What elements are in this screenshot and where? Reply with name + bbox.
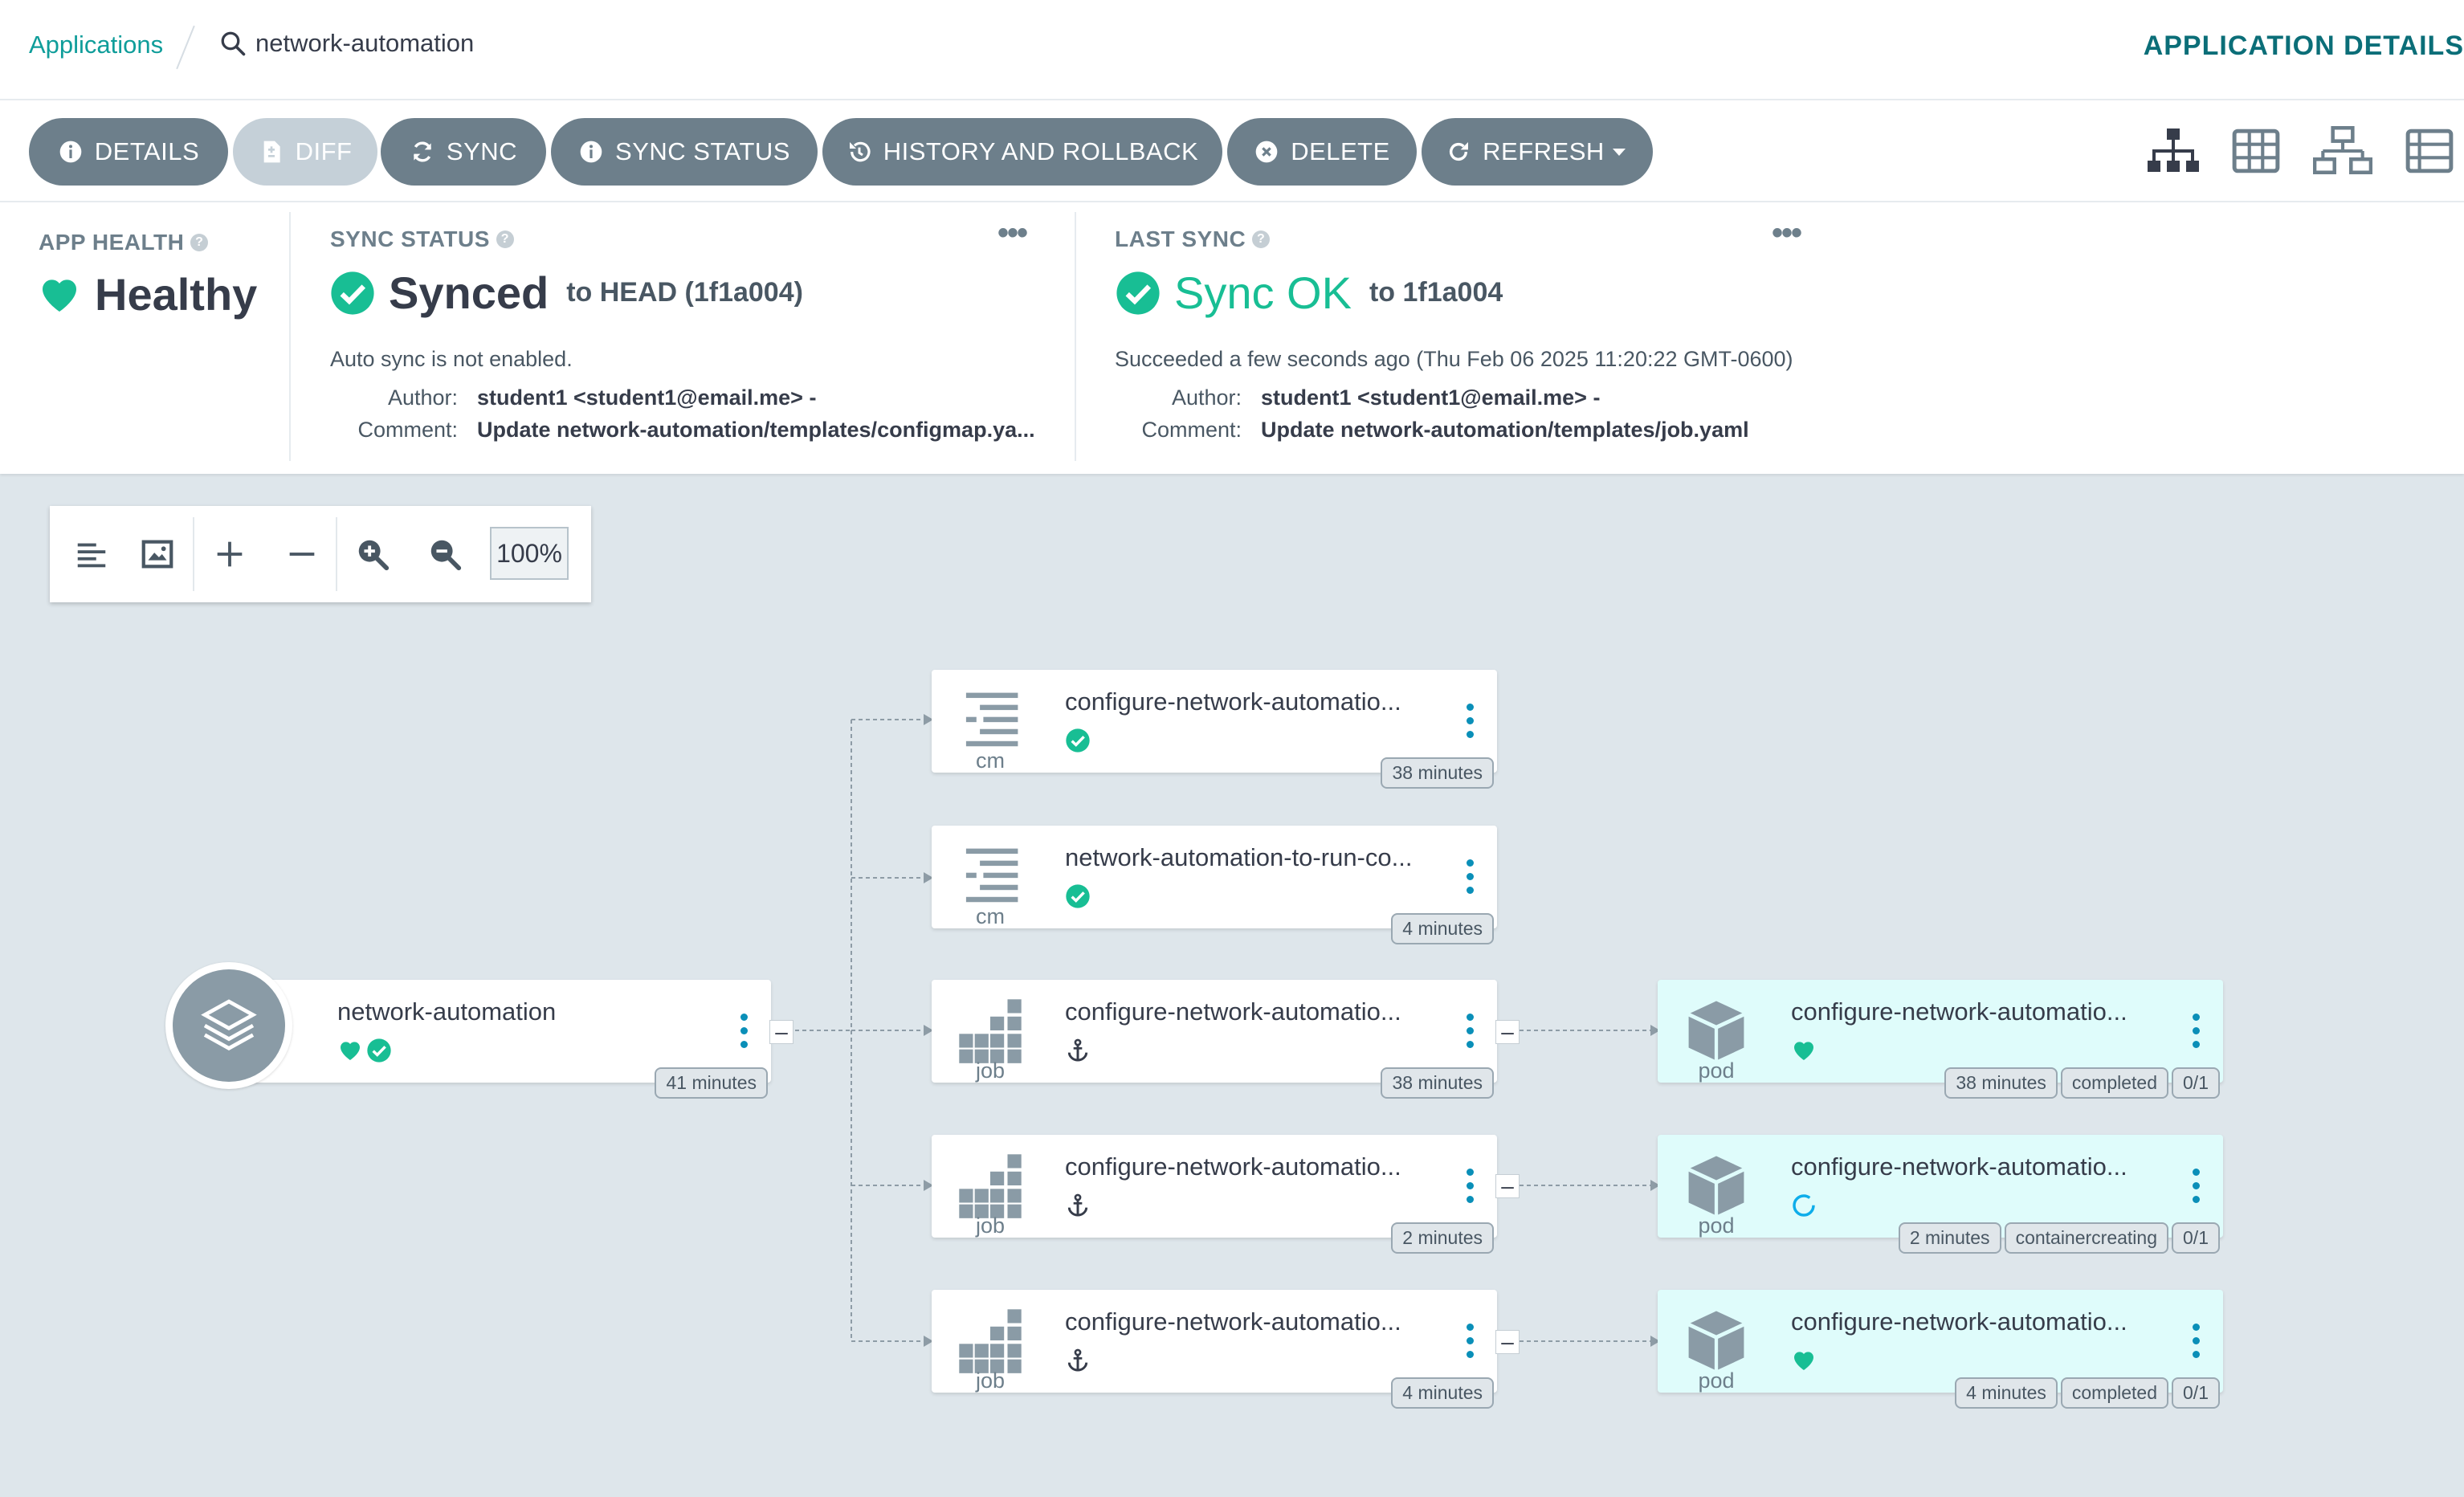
- node-name: configure-network-automatio...: [1065, 997, 1401, 1026]
- age-badge: 38 minutes: [1381, 1067, 1494, 1099]
- anchor-icon: [1067, 1193, 1088, 1217]
- pod-cube-icon: [1688, 1311, 1744, 1370]
- pod-cube-icon: [1688, 1156, 1744, 1215]
- configmap-icon: [965, 848, 1018, 903]
- kebab-menu-icon[interactable]: [2193, 1014, 2201, 1050]
- phase-badge: completed: [2060, 1377, 2169, 1409]
- kebab-menu-icon[interactable]: [1467, 1324, 1475, 1360]
- node-badges: 2 minutes: [1391, 1222, 1494, 1254]
- kind-label: pod: [1698, 1369, 1735, 1393]
- age-badge: 2 minutes: [1391, 1222, 1494, 1254]
- kind-label: cm: [976, 748, 1005, 773]
- collapse-toggle[interactable]: –: [1495, 1330, 1520, 1354]
- resource-node-job[interactable]: job configure-network-automatio... 38 mi…: [932, 980, 1497, 1099]
- check-circle-icon: [1066, 728, 1090, 753]
- collapse-toggle[interactable]: –: [1495, 1020, 1520, 1044]
- node-name: configure-network-automatio...: [1791, 997, 2127, 1026]
- resource-node-job[interactable]: job configure-network-automatio... 2 min…: [932, 1135, 1497, 1254]
- heart-icon: [1794, 1042, 1813, 1060]
- node-badges: 41 minutes: [655, 1067, 768, 1099]
- job-icon: [959, 1154, 1022, 1218]
- heart-icon: [1794, 1352, 1813, 1370]
- age-badge: 2 minutes: [1898, 1222, 2001, 1254]
- kind-label: job: [975, 1214, 1006, 1238]
- ready-badge: 0/1: [2172, 1377, 2220, 1409]
- kebab-menu-icon[interactable]: [740, 1014, 749, 1050]
- check-circle-icon: [1066, 884, 1090, 908]
- node-name: configure-network-automatio...: [1791, 1152, 2127, 1181]
- age-badge: 41 minutes: [655, 1067, 768, 1099]
- kebab-menu-icon[interactable]: [1467, 1014, 1475, 1050]
- age-badge: 4 minutes: [1391, 913, 1494, 944]
- resource-node-pod[interactable]: pod configure-network-automatio... 38 mi…: [1658, 980, 2223, 1099]
- node-name: configure-network-automatio...: [1065, 1307, 1401, 1336]
- job-icon: [959, 999, 1022, 1063]
- phase-badge: completed: [2060, 1067, 2169, 1099]
- kebab-menu-icon[interactable]: [1467, 859, 1475, 896]
- kind-label: job: [975, 1059, 1006, 1083]
- resource-node-pod[interactable]: pod configure-network-automatio... 2 min…: [1658, 1135, 2223, 1254]
- check-circle-icon: [367, 1038, 391, 1063]
- app-node[interactable]: network-automation 41 minutes: [231, 980, 771, 1099]
- node-badges: 4 minutes: [1391, 1377, 1494, 1409]
- node-name: network-automation-to-run-co...: [1065, 843, 1413, 871]
- age-badge: 4 minutes: [1955, 1377, 2058, 1409]
- node-name: network-automation: [337, 997, 557, 1026]
- anchor-icon: [1067, 1348, 1088, 1372]
- age-badge: 4 minutes: [1391, 1377, 1494, 1409]
- node-badges: 4 minutes: [1391, 913, 1494, 944]
- collapse-toggle[interactable]: –: [769, 1020, 793, 1044]
- phase-badge: containercreating: [2004, 1222, 2169, 1254]
- kind-label: cm: [976, 904, 1005, 928]
- node-name: configure-network-automatio...: [1065, 687, 1401, 716]
- node-name: configure-network-automatio...: [1065, 1152, 1401, 1181]
- kind-label: pod: [1698, 1059, 1735, 1083]
- layers-icon: [201, 999, 257, 1051]
- resource-node-pod[interactable]: pod configure-network-automatio... 4 min…: [1658, 1290, 2223, 1409]
- ready-badge: 0/1: [2172, 1222, 2220, 1254]
- pod-cube-icon: [1688, 1001, 1744, 1060]
- resource-node-job[interactable]: job configure-network-automatio... 4 min…: [932, 1290, 1497, 1409]
- kebab-menu-icon[interactable]: [2193, 1324, 2201, 1360]
- collapse-toggle[interactable]: –: [1495, 1174, 1520, 1198]
- resource-node-configmap[interactable]: cm network-automation-to-run-co... 4 min…: [932, 826, 1497, 944]
- configmap-icon: [965, 692, 1018, 747]
- heart-icon: [341, 1042, 360, 1060]
- ready-badge: 0/1: [2172, 1067, 2220, 1099]
- node-badges: 4 minutes completed 0/1: [1955, 1377, 2220, 1409]
- app-icon-circle: [165, 962, 292, 1089]
- age-badge: 38 minutes: [1381, 757, 1494, 789]
- kind-label: job: [975, 1369, 1006, 1393]
- node-name: configure-network-automatio...: [1791, 1307, 2127, 1336]
- resource-node-configmap[interactable]: cm configure-network-automatio... 38 min…: [932, 670, 1497, 789]
- kind-label: pod: [1698, 1214, 1735, 1238]
- kebab-menu-icon[interactable]: [1467, 704, 1475, 740]
- node-badges: 38 minutes completed 0/1: [1944, 1067, 2220, 1099]
- progressing-spinner-icon: [1793, 1194, 1815, 1217]
- kebab-menu-icon[interactable]: [1467, 1169, 1475, 1205]
- kebab-menu-icon[interactable]: [2193, 1169, 2201, 1205]
- job-icon: [959, 1309, 1022, 1373]
- node-badges: 38 minutes: [1381, 1067, 1494, 1099]
- node-badges: 2 minutes containercreating 0/1: [1898, 1222, 2220, 1254]
- anchor-icon: [1067, 1038, 1088, 1062]
- node-badges: 38 minutes: [1381, 757, 1494, 789]
- age-badge: 38 minutes: [1944, 1067, 2058, 1099]
